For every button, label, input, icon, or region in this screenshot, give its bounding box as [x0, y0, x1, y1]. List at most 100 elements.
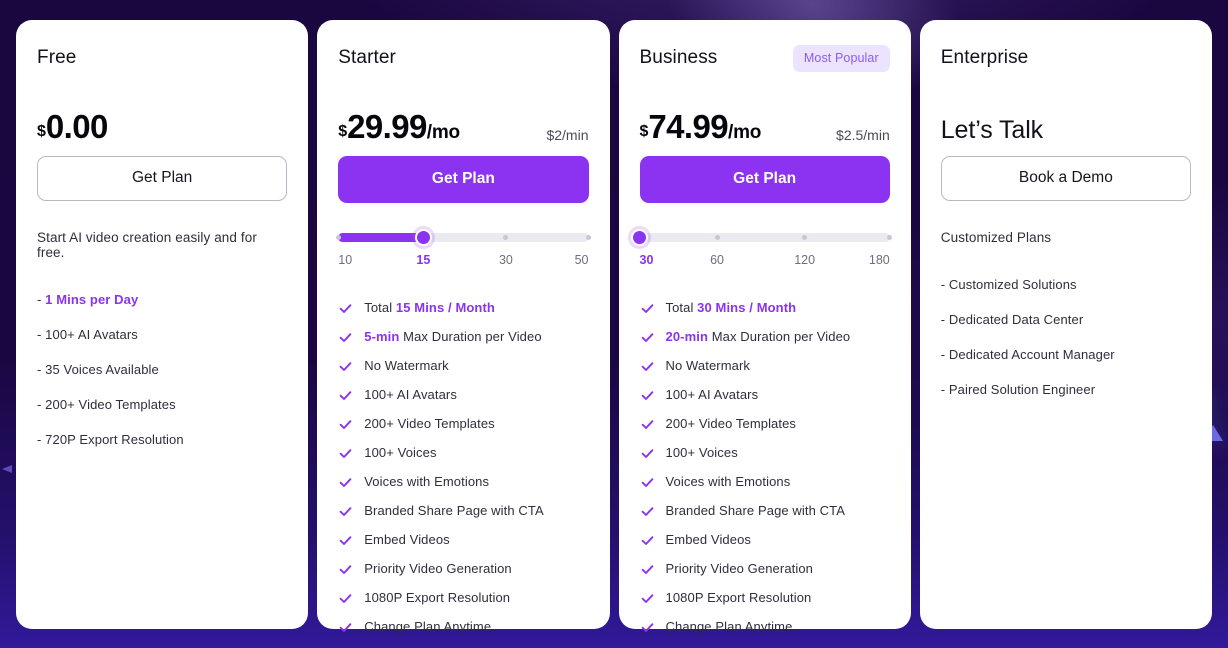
feature-text: 100+ Voices: [364, 445, 436, 460]
plan-cta-button[interactable]: Book a Demo: [940, 156, 1191, 201]
feature-label-suffix: Max Duration per Video: [708, 329, 851, 344]
dash-bullet: -: [37, 397, 42, 412]
feature-label: Voices with Emotions: [665, 474, 791, 489]
dash-bullet: -: [940, 382, 946, 397]
check-icon: [338, 620, 353, 635]
feature-text: Change Plan Anytime: [666, 619, 793, 634]
feature-label: Customized Solutions: [948, 277, 1077, 292]
feature-label: Embed Videos: [665, 532, 752, 547]
list-item: Total 30 Mins / Month: [640, 300, 890, 316]
feature-text: Embed Videos: [666, 532, 752, 547]
slider-tick-label[interactable]: 50: [575, 253, 589, 267]
slider-tick-label[interactable]: 60: [710, 253, 724, 267]
feature-text: Branded Share Page with CTA: [364, 503, 544, 518]
price-currency: $: [37, 123, 46, 140]
check-icon: [338, 446, 353, 461]
plan-cta-button[interactable]: Get Plan: [639, 156, 890, 203]
feature-highlight: 15 Mins / Month: [395, 300, 495, 315]
check-icon: [640, 446, 655, 461]
dash-bullet: -: [940, 347, 946, 362]
feature-label: Branded Share Page with CTA: [364, 503, 544, 518]
plan-cta-button[interactable]: Get Plan: [37, 156, 288, 201]
slider-tick-label[interactable]: 15: [416, 253, 430, 267]
feature-highlight: 30 Mins / Month: [697, 300, 797, 315]
check-icon: [640, 330, 655, 345]
plan-price: $74.99/mo: [640, 108, 762, 146]
price-amount: 74.99: [648, 108, 728, 145]
slider-tick-label[interactable]: 30: [640, 253, 654, 267]
feature-label: Total: [665, 300, 698, 315]
slider-tick: [887, 235, 893, 240]
check-icon: [640, 533, 655, 548]
minutes-slider[interactable]: 30 60 120 180: [631, 229, 893, 273]
feature-label: Total: [364, 300, 396, 315]
dash-bullet: -: [37, 432, 42, 447]
dash-bullet: -: [940, 312, 946, 327]
slider-track[interactable]: [335, 229, 591, 246]
list-item: No Watermark: [338, 358, 588, 374]
list-item: Change Plan Anytime: [640, 619, 890, 635]
check-icon: [338, 591, 353, 606]
list-item: 100+ Voices: [338, 445, 588, 461]
list-item: - Dedicated Account Manager: [941, 347, 1191, 362]
plan-price-row: $29.99/mo $2/min: [338, 72, 588, 148]
list-item: 200+ Video Templates: [338, 416, 588, 432]
list-item: Total 15 Mins / Month: [338, 300, 588, 316]
feature-label: 200+ Video Templates: [665, 416, 797, 431]
feature-label: Priority Video Generation: [665, 561, 814, 576]
feature-label: 720P Export Resolution: [45, 432, 184, 447]
minutes-slider[interactable]: 10 15 30 50: [335, 229, 591, 273]
plan-price-text: Let’s Talk: [940, 116, 1044, 144]
feature-label: 100+ AI Avatars: [665, 387, 759, 402]
price-per-minute: $2/min: [546, 127, 589, 143]
slider-thumb[interactable]: [631, 229, 648, 246]
plan-price: $29.99/mo: [338, 108, 460, 146]
feature-text: 200+ Video Templates: [666, 416, 797, 431]
list-item: Voices with Emotions: [640, 474, 890, 490]
slider-tick-labels: 10 15 30 50: [338, 253, 588, 273]
check-icon: [338, 475, 353, 490]
slider-tick-label[interactable]: 180: [869, 253, 890, 267]
list-item: Branded Share Page with CTA: [338, 503, 588, 519]
feature-label: Branded Share Page with CTA: [665, 503, 846, 518]
slider-thumb[interactable]: [414, 229, 432, 246]
feature-text: 100+ AI Avatars: [364, 387, 457, 402]
check-icon: [640, 388, 655, 403]
check-icon: [338, 417, 353, 432]
list-item: - 720P Export Resolution: [37, 432, 287, 447]
slider-tick-label[interactable]: 10: [338, 253, 352, 267]
list-item: Priority Video Generation: [338, 561, 588, 577]
feature-text: 20-min Max Duration per Video: [666, 329, 851, 344]
feature-text: Priority Video Generation: [364, 561, 512, 576]
decoration-triangle-left-icon: [2, 465, 12, 473]
slider-tick-label[interactable]: 30: [499, 253, 513, 267]
plan-name: Starter: [338, 47, 396, 68]
feature-label: 100+ AI Avatars: [45, 327, 138, 342]
slider-track[interactable]: [631, 229, 893, 246]
slider-tick-label[interactable]: 120: [794, 253, 815, 267]
feature-label: No Watermark: [665, 358, 751, 373]
list-item: Embed Videos: [640, 532, 890, 548]
feature-label: 200+ Video Templates: [364, 416, 495, 431]
list-item: 100+ AI Avatars: [338, 387, 588, 403]
list-item: 1080P Export Resolution: [640, 590, 890, 606]
feature-label: Voices with Emotions: [364, 474, 490, 489]
feature-label: 100+ Voices: [665, 445, 738, 460]
feature-text: 1080P Export Resolution: [364, 590, 510, 605]
dash-bullet: -: [37, 362, 42, 377]
feature-text: No Watermark: [666, 358, 751, 373]
feature-label: Paired Solution Engineer: [948, 382, 1096, 397]
price-currency: $: [639, 123, 649, 140]
feature-highlight: 5-min: [364, 329, 400, 344]
list-item: - Customized Solutions: [941, 277, 1191, 292]
check-icon: [640, 417, 655, 432]
feature-label: Priority Video Generation: [364, 561, 512, 576]
feature-label: 100+ AI Avatars: [364, 387, 457, 402]
check-icon: [338, 533, 353, 548]
list-item: Embed Videos: [338, 532, 588, 548]
plan-cta-button[interactable]: Get Plan: [338, 156, 589, 203]
check-icon: [640, 475, 655, 490]
price-amount: 29.99: [347, 108, 427, 145]
feature-text: 200+ Video Templates: [364, 416, 495, 431]
slider-tick: [802, 235, 808, 240]
